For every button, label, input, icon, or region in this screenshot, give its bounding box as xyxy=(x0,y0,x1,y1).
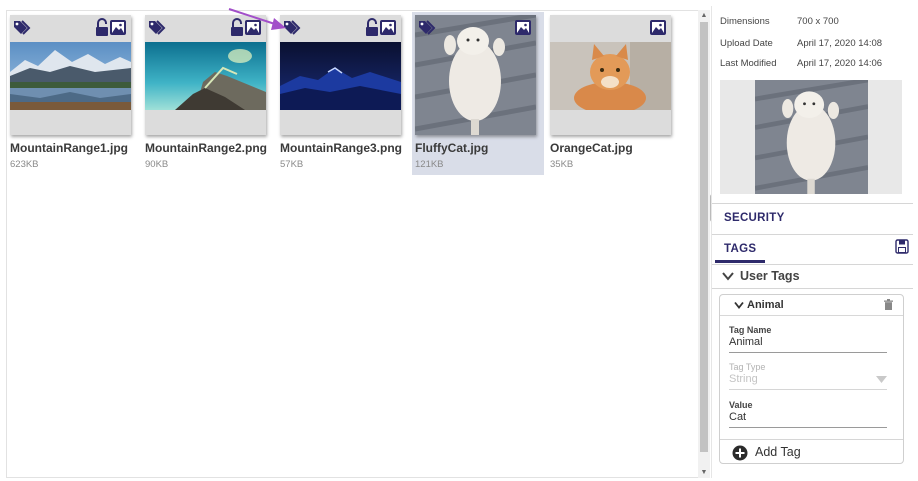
image-gallery: MountainRange1.jpg 623KB MountainRange2.… xyxy=(6,10,698,478)
tag-editor-card: Animal Tag Name Animal Tag Type String V… xyxy=(719,294,904,464)
file-size: 35KB xyxy=(550,159,574,170)
tag-name-input[interactable]: Animal xyxy=(729,336,763,348)
image-preview xyxy=(720,80,902,194)
tag-icon[interactable] xyxy=(13,19,33,37)
tag-value-input[interactable]: Cat xyxy=(729,411,746,423)
tag-icon[interactable] xyxy=(418,19,438,37)
user-tags-label: User Tags xyxy=(740,269,800,283)
security-label: SECURITY xyxy=(724,212,785,224)
plus-circle-icon xyxy=(732,445,748,461)
image-card-orangecat[interactable]: OrangeCat.jpg 35KB xyxy=(547,12,679,175)
chevron-down-icon xyxy=(734,301,744,309)
upload-date-label: Upload Date xyxy=(720,38,773,49)
file-size: 623KB xyxy=(10,159,39,170)
tag-type-value: String xyxy=(729,373,758,385)
chevron-down-icon xyxy=(722,272,734,281)
field-underline xyxy=(729,427,887,428)
image-thumbnail[interactable] xyxy=(10,15,131,135)
field-underline xyxy=(729,389,887,390)
file-name: MountainRange3.png xyxy=(280,141,402,155)
tags-label: TAGS xyxy=(724,243,757,255)
image-thumbnail[interactable] xyxy=(415,15,536,135)
image-icon[interactable] xyxy=(109,19,127,36)
mountain-coast-photo xyxy=(145,42,266,110)
mountain-lake-photo xyxy=(10,42,131,110)
image-icon[interactable] xyxy=(649,19,667,36)
image-icon[interactable] xyxy=(514,19,532,36)
image-card-mountainrange2[interactable]: MountainRange2.png 90KB xyxy=(142,12,274,175)
tag-type-label: Tag Type xyxy=(729,362,766,372)
file-name: MountainRange2.png xyxy=(145,141,267,155)
dropdown-arrow-icon xyxy=(876,376,887,383)
file-size: 57KB xyxy=(280,159,304,170)
scroll-up-arrow-icon[interactable]: ▲ xyxy=(698,10,710,21)
tag-title: Animal xyxy=(747,299,784,311)
scroll-down-arrow-icon[interactable]: ▼ xyxy=(698,467,710,478)
last-modified-value: April 17, 2020 14:06 xyxy=(797,58,883,69)
tag-header[interactable]: Animal xyxy=(720,295,903,316)
tags-section-header[interactable]: TAGS xyxy=(712,234,913,263)
image-card-fluffycat[interactable]: FluffyCat.jpg 121KB xyxy=(412,12,544,175)
orange-cat-photo xyxy=(550,42,671,110)
image-card-mountainrange1[interactable]: MountainRange1.jpg 623KB xyxy=(7,12,139,175)
night-mountain-photo xyxy=(280,42,401,110)
field-underline xyxy=(729,352,887,353)
image-thumbnail[interactable] xyxy=(280,15,401,135)
tags-active-indicator xyxy=(715,260,765,263)
file-name: MountainRange1.jpg xyxy=(10,141,128,155)
tag-name-label: Tag Name xyxy=(729,325,772,335)
file-name: OrangeCat.jpg xyxy=(550,141,633,155)
image-icon[interactable] xyxy=(244,19,262,36)
dimensions-value: 700 x 700 xyxy=(797,16,839,27)
image-thumbnail[interactable] xyxy=(145,15,266,135)
details-panel: Dimensions 700 x 700 Upload Date April 1… xyxy=(711,6,913,478)
image-thumbnail[interactable] xyxy=(550,15,671,135)
image-card-mountainrange3[interactable]: MountainRange3.png 57KB xyxy=(277,12,409,175)
upload-date-value: April 17, 2020 14:08 xyxy=(797,38,883,49)
file-size: 121KB xyxy=(415,159,444,170)
tag-value-label: Value xyxy=(729,400,753,410)
file-size: 90KB xyxy=(145,159,169,170)
add-tag-label: Add Tag xyxy=(755,445,801,459)
scrollbar-thumb[interactable] xyxy=(700,22,708,452)
tag-icon[interactable] xyxy=(283,19,303,37)
file-name: FluffyCat.jpg xyxy=(415,141,489,155)
image-icon[interactable] xyxy=(379,19,397,36)
save-icon[interactable] xyxy=(895,239,909,254)
security-section-header[interactable]: SECURITY xyxy=(712,203,913,232)
dimensions-label: Dimensions xyxy=(720,16,770,27)
tag-icon[interactable] xyxy=(148,19,168,37)
fluffy-cat-preview-photo xyxy=(755,80,868,194)
lock-icon[interactable] xyxy=(95,18,109,37)
add-tag-button[interactable]: Add Tag xyxy=(720,439,903,464)
last-modified-label: Last Modified xyxy=(720,58,777,69)
gallery-scrollbar[interactable]: ▲ ▼ xyxy=(698,10,710,478)
trash-icon[interactable] xyxy=(884,299,893,310)
lock-icon[interactable] xyxy=(230,18,244,37)
user-tags-header[interactable]: User Tags xyxy=(712,264,913,289)
lock-icon[interactable] xyxy=(365,18,379,37)
